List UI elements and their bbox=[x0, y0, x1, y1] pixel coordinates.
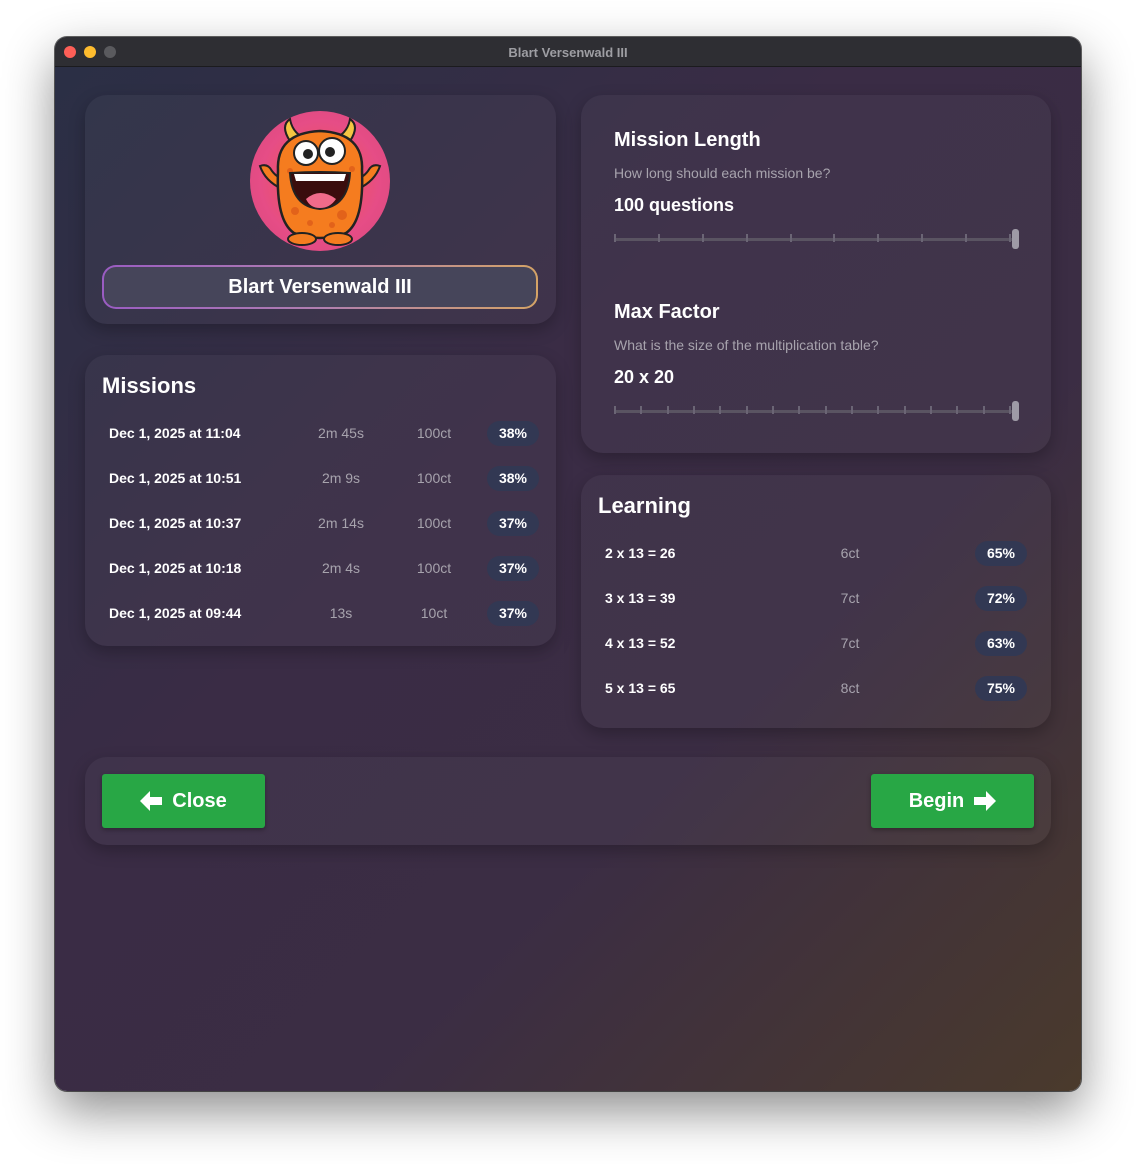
mission-score-badge: 37% bbox=[487, 511, 539, 536]
learning-equation: 5 x 13 = 65 bbox=[605, 680, 676, 696]
mission-date: Dec 1, 2025 at 10:18 bbox=[109, 560, 242, 576]
max-factor-description: What is the size of the multiplication t… bbox=[614, 337, 879, 353]
mission-count: 100ct bbox=[416, 515, 452, 531]
orange-monster-avatar-icon bbox=[258, 117, 382, 246]
learning-score-badge: 72% bbox=[975, 586, 1027, 611]
learning-row[interactable]: 4 x 13 = 52 7ct 63% bbox=[605, 628, 1027, 658]
slider-tick bbox=[772, 406, 774, 414]
mission-duration: 13s bbox=[329, 605, 353, 621]
slider-tick bbox=[833, 234, 835, 242]
learning-row[interactable]: 3 x 13 = 39 7ct 72% bbox=[605, 583, 1027, 613]
slider-tick bbox=[965, 234, 967, 242]
slider-tick bbox=[983, 406, 985, 414]
mission-duration: 2m 4s bbox=[321, 560, 361, 576]
slider-tick bbox=[956, 406, 958, 414]
player-name-field[interactable]: Blart Versenwald III bbox=[102, 265, 538, 309]
mission-score-badge: 38% bbox=[487, 466, 539, 491]
learning-equation: 2 x 13 = 26 bbox=[605, 545, 676, 561]
mission-length-value: 100 questions bbox=[614, 195, 735, 215]
arrow-left-icon bbox=[140, 791, 163, 811]
mission-duration: 2m 14s bbox=[318, 515, 364, 531]
mission-duration: 2m 45s bbox=[318, 425, 364, 441]
learning-equation: 4 x 13 = 52 bbox=[605, 635, 676, 651]
begin-button[interactable]: Begin bbox=[871, 774, 1034, 828]
mission-row[interactable]: Dec 1, 2025 at 10:18 2m 4s 100ct 37% bbox=[109, 553, 539, 583]
learning-count: 7ct bbox=[840, 590, 860, 606]
mission-score-badge: 37% bbox=[487, 601, 539, 626]
begin-button-label: Begin bbox=[908, 789, 965, 812]
mission-date: Dec 1, 2025 at 11:04 bbox=[109, 425, 241, 441]
learning-score-badge: 63% bbox=[975, 631, 1027, 656]
slider-tick bbox=[930, 406, 932, 414]
slider-tick bbox=[1009, 406, 1011, 414]
mission-count: 100ct bbox=[416, 470, 452, 486]
mission-duration: 2m 9s bbox=[321, 470, 361, 486]
monster-avatar[interactable] bbox=[250, 111, 390, 251]
mission-row[interactable]: Dec 1, 2025 at 11:04 2m 45s 100ct 38% bbox=[109, 418, 539, 448]
slider-tick bbox=[667, 406, 669, 414]
mission-date: Dec 1, 2025 at 09:44 bbox=[109, 605, 242, 621]
close-button-label: Close bbox=[172, 789, 227, 812]
app-window: Blart Versenwald III Blart Versenwald II… bbox=[55, 37, 1081, 1091]
slider-tick bbox=[904, 406, 906, 414]
slider-tick bbox=[1009, 234, 1011, 242]
learning-score-badge: 65% bbox=[975, 541, 1027, 566]
slider-tick bbox=[719, 406, 721, 414]
learning-panel: Learning 2 x 13 = 26 6ct 65% 3 x 13 = 39 7ct… bbox=[581, 475, 1051, 728]
mission-count: 100ct bbox=[416, 560, 452, 576]
slider-thumb[interactable] bbox=[1012, 401, 1019, 421]
mission-score-badge: 37% bbox=[487, 556, 539, 581]
max-factor-value: 20 x 20 bbox=[614, 367, 675, 387]
slider-tick bbox=[746, 234, 748, 242]
slider-tick bbox=[746, 406, 748, 414]
mission-score-badge: 38% bbox=[487, 421, 539, 446]
arrow-right-icon bbox=[974, 791, 997, 811]
slider-tick bbox=[921, 234, 923, 242]
missions-title: Missions bbox=[102, 373, 197, 398]
max-factor-slider[interactable] bbox=[614, 400, 1019, 422]
slider-track bbox=[614, 238, 1019, 241]
learning-equation: 3 x 13 = 39 bbox=[605, 590, 676, 606]
slider-tick bbox=[640, 406, 642, 414]
slider-track bbox=[614, 410, 1019, 413]
window-title: Blart Versenwald III bbox=[508, 45, 628, 60]
learning-row[interactable]: 2 x 13 = 26 6ct 65% bbox=[605, 538, 1027, 568]
slider-thumb[interactable] bbox=[1012, 229, 1019, 249]
max-factor-title: Max Factor bbox=[614, 301, 720, 323]
slider-tick bbox=[614, 234, 616, 242]
mission-count: 10ct bbox=[420, 605, 448, 621]
profile-panel: Blart Versenwald III bbox=[85, 95, 556, 324]
slider-tick bbox=[825, 406, 827, 414]
mission-count: 100ct bbox=[416, 425, 452, 441]
slider-tick bbox=[658, 234, 660, 242]
mission-row[interactable]: Dec 1, 2025 at 10:51 2m 9s 100ct 38% bbox=[109, 463, 539, 493]
missions-panel: Missions Dec 1, 2025 at 11:04 2m 45s 100ct… bbox=[85, 355, 556, 646]
learning-count: 6ct bbox=[840, 545, 860, 561]
slider-tick bbox=[877, 234, 879, 242]
learning-score-badge: 75% bbox=[975, 676, 1027, 701]
title-bar: Blart Versenwald III bbox=[55, 37, 1081, 67]
learning-title: Learning bbox=[598, 493, 691, 518]
slider-tick bbox=[702, 234, 704, 242]
learning-count: 7ct bbox=[840, 635, 860, 651]
footer-bar: Close Begin bbox=[85, 757, 1051, 845]
mission-date: Dec 1, 2025 at 10:51 bbox=[109, 470, 242, 486]
close-button[interactable]: Close bbox=[102, 774, 265, 828]
settings-panel: Mission Length How long should each miss… bbox=[581, 95, 1051, 453]
learning-count: 8ct bbox=[840, 680, 860, 696]
mission-row[interactable]: Dec 1, 2025 at 10:37 2m 14s 100ct 37% bbox=[109, 508, 539, 538]
slider-tick bbox=[614, 406, 616, 414]
learning-row[interactable]: 5 x 13 = 65 8ct 75% bbox=[605, 673, 1027, 703]
slider-tick bbox=[693, 406, 695, 414]
mission-date: Dec 1, 2025 at 10:37 bbox=[109, 515, 242, 531]
slider-tick bbox=[798, 406, 800, 414]
slider-tick bbox=[790, 234, 792, 242]
slider-tick bbox=[851, 406, 853, 414]
mission-length-description: How long should each mission be? bbox=[614, 165, 831, 181]
mission-length-title: Mission Length bbox=[614, 129, 761, 151]
slider-tick bbox=[877, 406, 879, 414]
mission-length-slider[interactable] bbox=[614, 228, 1019, 250]
mission-row[interactable]: Dec 1, 2025 at 09:44 13s 10ct 37% bbox=[109, 598, 539, 628]
